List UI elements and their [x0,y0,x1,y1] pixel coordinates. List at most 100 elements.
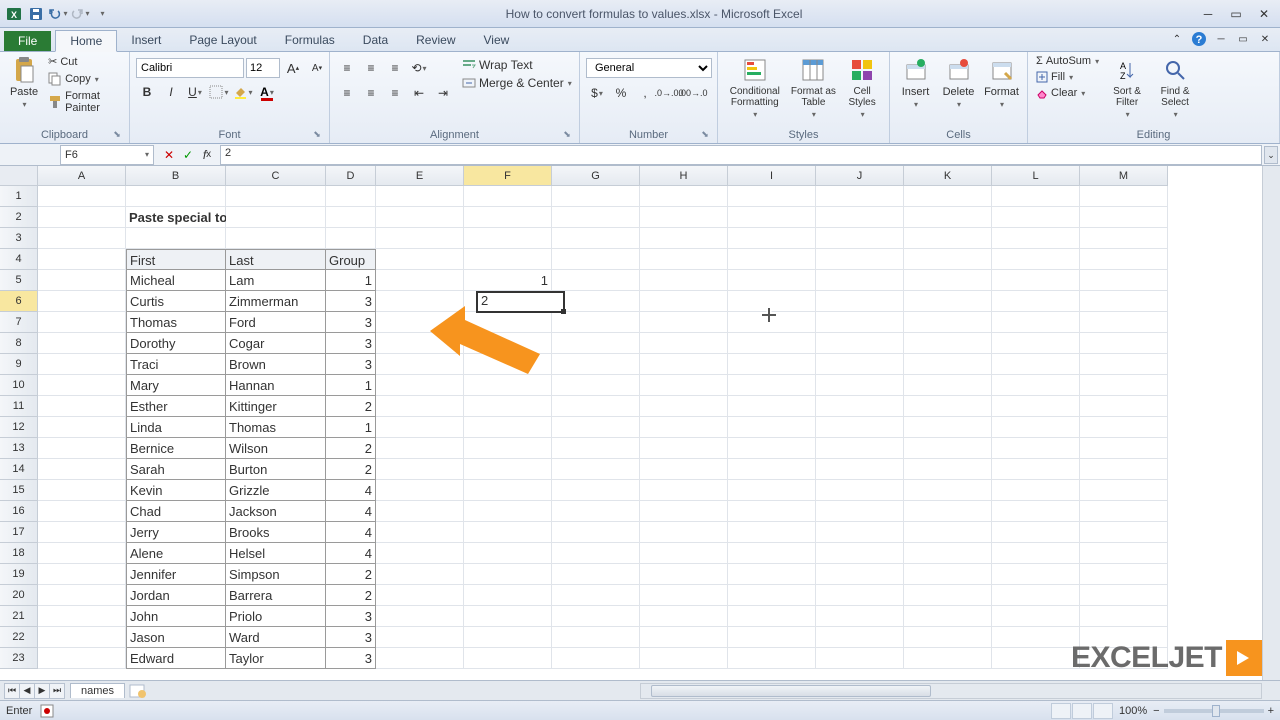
row-header[interactable]: 11 [0,396,38,417]
qat-customize-icon[interactable]: ▾ [92,4,112,24]
cell[interactable] [816,270,904,291]
tab-insert[interactable]: Insert [117,30,175,51]
cell[interactable]: 1 [326,375,376,396]
cell[interactable] [552,459,640,480]
cell[interactable] [552,564,640,585]
cell[interactable]: 3 [326,648,376,669]
cell[interactable] [38,648,126,669]
cell[interactable] [992,543,1080,564]
cell[interactable] [376,627,464,648]
cell[interactable] [464,501,552,522]
cell[interactable] [816,396,904,417]
cell[interactable] [38,228,126,249]
cell[interactable] [904,312,992,333]
wrap-text-button[interactable]: Wrap Text [462,58,572,72]
underline-button[interactable]: U▾ [184,82,206,102]
font-size-select[interactable] [246,58,280,78]
cell[interactable] [728,564,816,585]
row-header[interactable]: 17 [0,522,38,543]
cell[interactable] [552,354,640,375]
cell[interactable] [640,333,728,354]
fill-button[interactable]: Fill▾ [1034,70,1101,84]
cell[interactable]: 3 [326,606,376,627]
zoom-level[interactable]: 100% [1119,705,1147,717]
cell[interactable] [728,417,816,438]
grow-font-icon[interactable]: A▴ [282,58,304,78]
cell[interactable]: Grizzle [226,480,326,501]
tab-file[interactable]: File [4,31,51,51]
cell[interactable] [728,522,816,543]
cell[interactable] [38,543,126,564]
cell[interactable] [992,291,1080,312]
cell[interactable] [38,207,126,228]
cell[interactable] [992,459,1080,480]
cell[interactable] [728,648,816,669]
cell[interactable]: Ward [226,627,326,648]
cell[interactable] [552,606,640,627]
cell[interactable]: Brown [226,354,326,375]
cell[interactable]: Cogar [226,333,326,354]
cell[interactable] [728,186,816,207]
sheet-tab-names[interactable]: names [70,683,125,698]
row-header[interactable]: 16 [0,501,38,522]
name-box[interactable]: F6▾ [60,145,154,165]
row-header[interactable]: 18 [0,543,38,564]
cell[interactable]: Helsel [226,543,326,564]
row-header[interactable]: 21 [0,606,38,627]
cell[interactable] [640,249,728,270]
cell[interactable]: Thomas [226,417,326,438]
cell[interactable] [1080,228,1168,249]
cell-area[interactable]: Paste special to convert formulas to val… [38,186,1168,669]
cell[interactable] [904,438,992,459]
cell[interactable] [376,270,464,291]
cell[interactable] [376,606,464,627]
cell[interactable] [464,417,552,438]
column-header[interactable]: K [904,166,992,186]
cell[interactable]: 4 [326,480,376,501]
cell[interactable] [552,375,640,396]
cell[interactable] [992,228,1080,249]
cell[interactable] [38,585,126,606]
cell[interactable]: 3 [326,291,376,312]
cell[interactable] [376,543,464,564]
cell[interactable] [904,627,992,648]
cell[interactable] [552,417,640,438]
cell[interactable]: Jordan [126,585,226,606]
cell[interactable] [728,627,816,648]
cell[interactable] [816,606,904,627]
cell[interactable] [1080,207,1168,228]
cell[interactable]: 2 [326,585,376,606]
delete-cells-button[interactable]: Delete▾ [939,54,978,111]
cell[interactable] [1080,354,1168,375]
cell[interactable] [1080,606,1168,627]
cell[interactable] [728,270,816,291]
cell[interactable] [816,354,904,375]
cell[interactable]: First [126,249,226,270]
cell[interactable] [226,207,326,228]
zoom-in-icon[interactable]: + [1268,705,1274,717]
cell[interactable] [904,606,992,627]
column-header[interactable]: J [816,166,904,186]
percent-icon[interactable]: % [610,83,632,103]
row-header[interactable]: 23 [0,648,38,669]
cell[interactable] [904,564,992,585]
tab-review[interactable]: Review [402,30,469,51]
cell[interactable] [1080,480,1168,501]
cell[interactable] [464,627,552,648]
normal-view-icon[interactable] [1051,703,1071,719]
cell[interactable] [552,585,640,606]
cell[interactable] [464,186,552,207]
increase-indent-icon[interactable]: ⇥ [432,83,454,103]
column-header[interactable]: E [376,166,464,186]
cell[interactable]: Zimmerman [226,291,326,312]
cell[interactable]: Sarah [126,459,226,480]
align-bottom-icon[interactable]: ≡ [384,58,406,78]
cell[interactable]: Curtis [126,291,226,312]
cell[interactable] [816,648,904,669]
cell[interactable] [816,459,904,480]
cell[interactable] [1080,291,1168,312]
cell[interactable]: 4 [326,543,376,564]
cell[interactable] [992,270,1080,291]
cell[interactable]: 3 [326,354,376,375]
cell[interactable]: 4 [326,522,376,543]
